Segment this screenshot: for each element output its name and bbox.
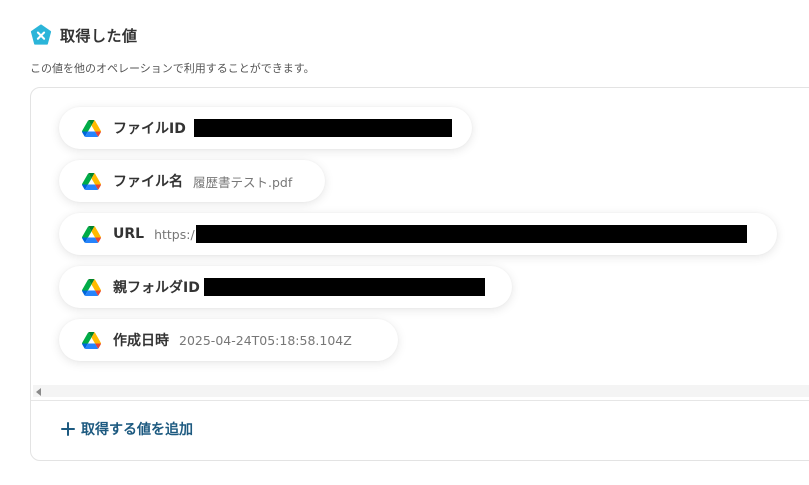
plus-icon — [61, 422, 75, 436]
divider — [31, 400, 809, 401]
section-description: この値を他のオペレーションで利用することができます。 — [30, 62, 315, 75]
field-label: ファイル名 — [113, 174, 183, 190]
add-value-label: 取得する値を追加 — [81, 422, 193, 438]
google-drive-icon — [82, 225, 101, 243]
field-value: https:/ — [154, 226, 195, 242]
value-chip-file-name[interactable]: ファイル名 履歴書テスト.pdf — [59, 160, 325, 202]
yoom-x-icon — [30, 24, 52, 45]
google-drive-icon — [82, 278, 101, 296]
section-header: 取得した値 — [30, 24, 138, 46]
horizontal-scrollbar[interactable] — [33, 385, 809, 397]
value-chip-url[interactable]: URL https:/ — [59, 213, 777, 255]
redacted-value — [193, 119, 452, 137]
value-chip-created-at[interactable]: 作成日時 2025-04-24T05:18:58.104Z — [59, 319, 398, 361]
google-drive-icon — [82, 172, 101, 190]
redacted-value — [203, 278, 485, 296]
field-label: 親フォルダID — [113, 280, 200, 296]
redacted-value — [195, 225, 747, 243]
field-label: URL — [113, 226, 145, 242]
section-title: 取得した値 — [60, 26, 138, 45]
acquired-values-panel: ファイルID ファイル名 履歴書テスト.pdf URL https:/ 親フォル… — [30, 87, 809, 461]
google-drive-icon — [82, 119, 101, 137]
value-chip-parent-folder-id[interactable]: 親フォルダID — [59, 266, 512, 308]
field-value: 2025-04-24T05:18:58.104Z — [179, 332, 352, 348]
scroll-left-arrow-icon[interactable] — [36, 388, 41, 396]
google-drive-icon — [82, 331, 101, 349]
add-value-button[interactable]: 取得する値を追加 — [61, 419, 193, 439]
field-label: 作成日時 — [113, 333, 169, 349]
field-label: ファイルID — [113, 121, 186, 137]
value-chip-file-id[interactable]: ファイルID — [59, 107, 472, 149]
field-value: 履歴書テスト.pdf — [193, 174, 293, 190]
